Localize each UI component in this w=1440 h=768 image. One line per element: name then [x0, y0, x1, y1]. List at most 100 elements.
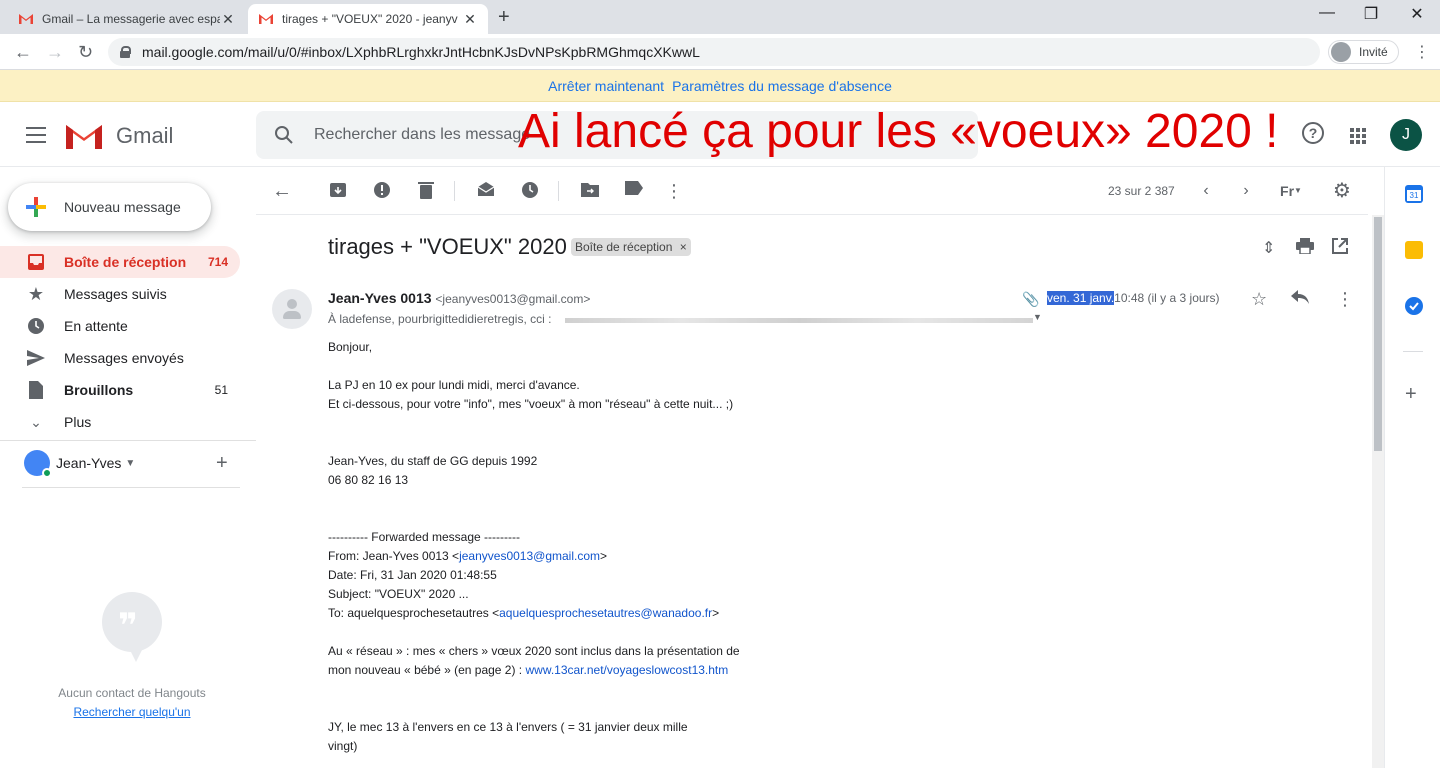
newer-icon[interactable]: ‹ [1196, 181, 1216, 201]
forward-to: To: aquelquesprochesetautres <aquelquesp… [328, 604, 928, 623]
no-contacts-text: Aucun contact de Hangouts [58, 686, 206, 700]
find-someone-link[interactable]: Rechercher quelqu'un [0, 705, 264, 719]
sidebar-item-sent[interactable]: Messages envoyés [0, 342, 240, 374]
close-tab-icon[interactable]: ✕ [220, 11, 236, 28]
report-spam-icon[interactable] [372, 181, 392, 201]
reply-icon[interactable] [1290, 289, 1310, 310]
body-text: mon nouveau « bébé » (en page 2) : [328, 663, 526, 677]
browser-tabstrip: Gmail – La messagerie avec espa ✕ tirage… [0, 0, 1440, 34]
lock-icon [120, 46, 131, 58]
calendar-icon[interactable]: 31 [1405, 185, 1423, 203]
gmail-icon [18, 13, 34, 25]
chevron-down-icon: ⌄ [30, 413, 42, 430]
older-icon[interactable]: › [1236, 181, 1256, 201]
label-chip[interactable]: Boîte de réception × [571, 238, 691, 256]
browser-toolbar: ← → ↻ mail.google.com/mail/u/0/#inbox/LX… [0, 34, 1440, 70]
gmail-icon [258, 13, 274, 25]
stop-vacation-link[interactable]: Arrêter maintenant [548, 78, 664, 94]
sender-avatar[interactable] [272, 289, 312, 329]
fwd-to-email-link[interactable]: aquelquesprochesetautres@wanadoo.fr [499, 606, 712, 620]
fwd-from-email-link[interactable]: jeanyves0013@gmail.com [459, 549, 600, 563]
close-tab-icon[interactable]: ✕ [462, 11, 478, 28]
website-link[interactable]: www.13car.net/voyageslowcost13.htm [525, 663, 728, 677]
print-icon[interactable] [1296, 238, 1314, 259]
compose-button[interactable]: Nouveau message [8, 183, 211, 231]
sender-email: <jeanyves0013@gmail.com> [435, 292, 591, 306]
apps-grid-icon[interactable] [1350, 128, 1366, 144]
draft-icon [26, 380, 46, 400]
mark-unread-icon[interactable] [476, 181, 496, 201]
unread-count: 714 [207, 255, 228, 269]
date-highlight: ven. 31 janv. [1047, 291, 1115, 305]
browser-tab-message[interactable]: tirages + "VOEUX" 2020 - jeanyv ✕ [248, 4, 488, 34]
back-to-inbox-icon[interactable]: ← [272, 181, 292, 201]
message-more-icon[interactable]: ⋮ [1336, 289, 1354, 310]
add-contact-icon[interactable]: + [216, 452, 228, 475]
vacation-banner: Arrêter maintenant Paramètres du message… [0, 70, 1440, 102]
star-icon[interactable]: ☆ [1251, 289, 1267, 310]
body-text: JY, le mec 13 à l'envers en ce 13 à l'en… [328, 720, 688, 734]
caret-down-icon: ▼ [1294, 186, 1302, 195]
browser-menu-icon[interactable]: ⋮ [1414, 42, 1430, 62]
move-to-icon[interactable] [580, 181, 600, 201]
profile-label: Invité [1359, 45, 1388, 59]
profile-button[interactable]: Invité [1328, 40, 1399, 64]
draft-count: 51 [214, 383, 228, 397]
gmail-logo-icon[interactable] [64, 121, 104, 151]
sidebar-item-snoozed[interactable]: En attente [0, 310, 240, 342]
address-bar[interactable]: mail.google.com/mail/u/0/#inbox/LXphbRLr… [108, 38, 1320, 66]
expand-all-icon[interactable]: ⇕ [1262, 238, 1275, 258]
sidebar-item-label: Plus [64, 414, 92, 430]
remove-label-icon[interactable]: × [680, 240, 687, 254]
help-icon[interactable]: ? [1302, 122, 1324, 144]
label-icon[interactable] [624, 181, 644, 201]
new-tab-icon[interactable]: + [498, 6, 510, 29]
body-text: vingt) [328, 739, 358, 753]
fwd-from-prefix: From: Jean-Yves 0013 < [328, 549, 460, 563]
tab-title: tirages + "VOEUX" 2020 - jeanyv [282, 12, 458, 26]
search-icon[interactable] [274, 125, 294, 145]
tasks-icon[interactable] [1405, 297, 1423, 315]
browser-tab-gmail[interactable]: Gmail – La messagerie avec espa ✕ [8, 4, 246, 34]
hangouts-user[interactable]: Jean-Yves ▼ [24, 450, 135, 478]
reload-icon[interactable]: ↻ [78, 42, 93, 63]
maximize-icon[interactable]: ❐ [1348, 4, 1394, 24]
label-chip-text: Boîte de réception [575, 240, 673, 254]
sidebar-item-inbox[interactable]: Boîte de réception 714 [0, 246, 240, 278]
message-toolbar: ← ⋮ 23 sur 2 387 ‹ › Fr▼ ⚙ [256, 167, 1368, 215]
scrollbar[interactable] [1372, 215, 1384, 768]
sidebar-item-drafts[interactable]: Brouillons 51 [0, 374, 240, 406]
message-date: ven. 31 janv.10:48 (il y a 3 jours) [1047, 291, 1220, 305]
body-text: Au « réseau » : mes « chers » vœux 2020 … [328, 644, 740, 658]
snooze-icon[interactable] [520, 181, 540, 201]
back-icon[interactable]: ← [14, 42, 32, 63]
open-new-window-icon[interactable] [1332, 238, 1348, 259]
minimize-icon[interactable]: — [1304, 4, 1350, 22]
archive-icon[interactable] [328, 181, 348, 201]
sidebar-item-starred[interactable]: ★ Messages suivis [0, 278, 240, 310]
inbox-icon [26, 252, 46, 272]
more-actions-icon[interactable]: ⋮ [664, 181, 684, 201]
input-tools-button[interactable]: Fr▼ [1274, 181, 1308, 201]
main-menu-icon[interactable] [26, 127, 46, 143]
message-subject: tirages + "VOEUX" 2020 [328, 234, 567, 259]
delete-icon[interactable] [416, 181, 436, 201]
star-icon: ★ [27, 283, 45, 304]
recipients-line[interactable]: À ladefense, pourbrigittedidieretregis, … [328, 312, 551, 326]
sidebar-item-label: En attente [64, 318, 128, 334]
recipients-caret-icon[interactable]: ▼ [1033, 312, 1042, 322]
side-panel: 31 + [1384, 167, 1440, 768]
account-avatar[interactable]: J [1390, 119, 1422, 151]
sidebar-item-more[interactable]: ⌄ Plus [0, 406, 240, 438]
sender-name[interactable]: Jean-Yves 0013 [328, 290, 432, 306]
forward-date: Date: Fri, 31 Jan 2020 01:48:55 [328, 568, 497, 582]
forward-icon[interactable]: → [46, 42, 64, 63]
get-addons-icon[interactable]: + [1405, 383, 1417, 406]
keep-icon[interactable] [1405, 241, 1423, 259]
search-input[interactable]: Rechercher dans les message [314, 126, 530, 144]
close-window-icon[interactable]: ✕ [1394, 4, 1440, 24]
settings-gear-icon[interactable]: ⚙ [1332, 181, 1352, 201]
scrollbar-thumb[interactable] [1374, 217, 1382, 451]
vacation-settings-link[interactable]: Paramètres du message d'absence [672, 78, 892, 94]
clock-icon [26, 316, 46, 336]
